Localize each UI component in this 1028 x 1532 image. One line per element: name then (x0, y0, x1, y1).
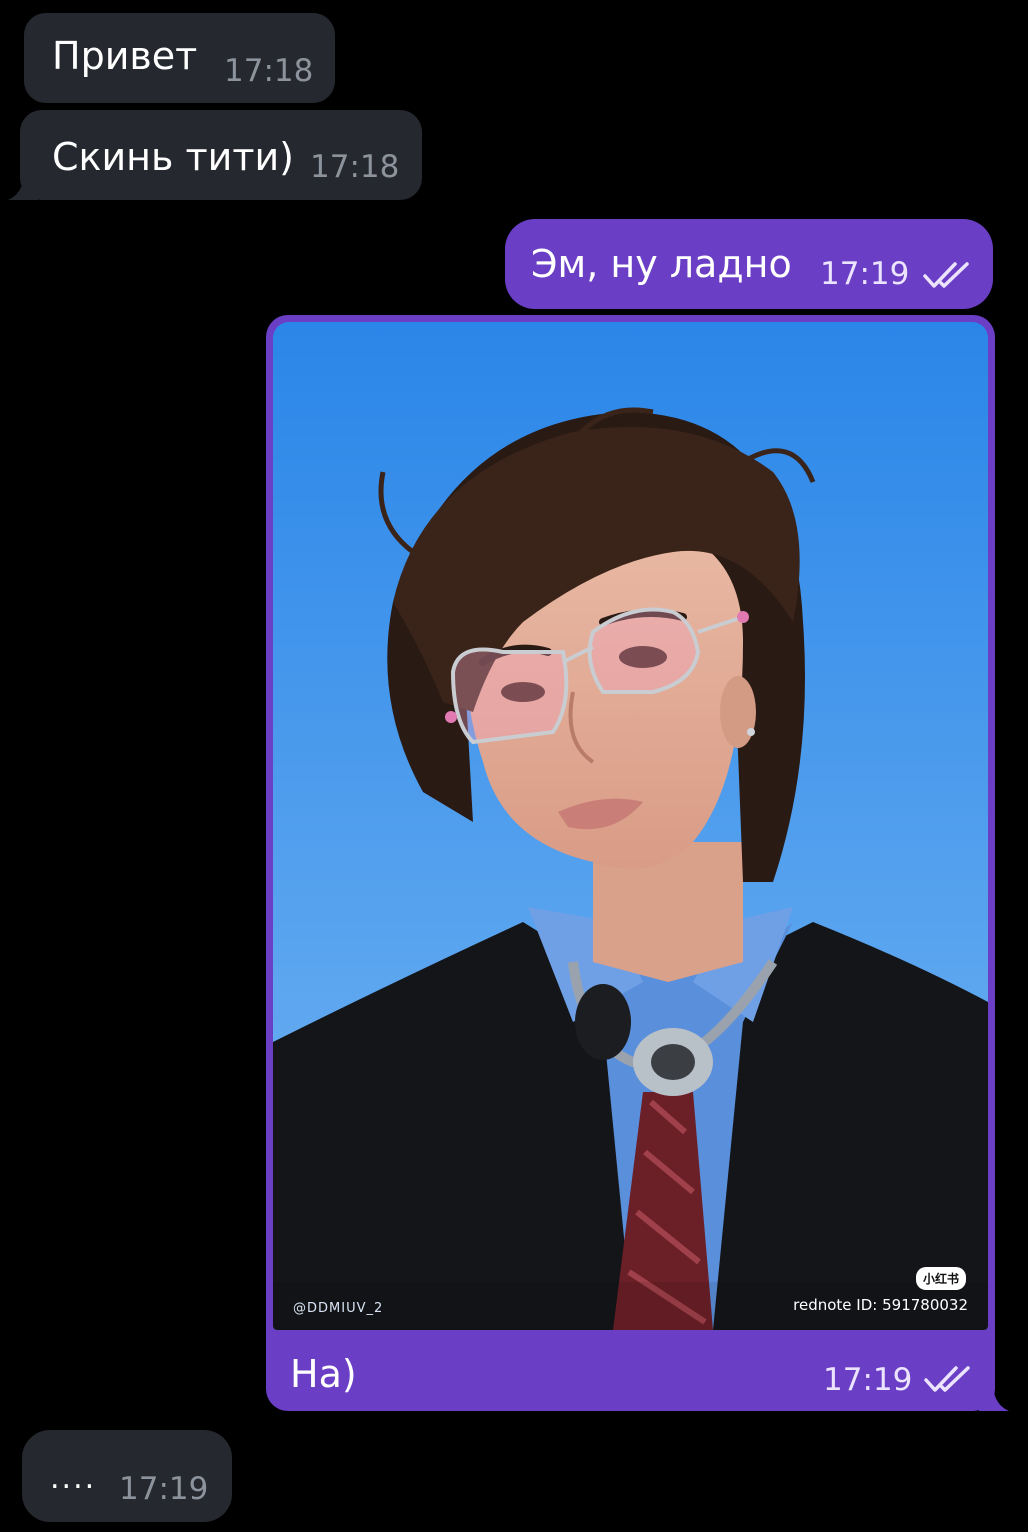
photo-caption: На) (290, 1352, 357, 1396)
message-bubble-outgoing[interactable]: Эм, ну ладно 17:19 (505, 219, 993, 309)
message-bubble-incoming[interactable]: Привет 17:18 (24, 13, 335, 103)
message-text: Скинь тити) (52, 135, 294, 179)
message-text: .... (50, 1461, 97, 1496)
message-text: Эм, ну ладно (531, 242, 792, 286)
photo-message-bubble[interactable]: @DDMIUV_2 小红书 rednote ID: 591780032 На) … (266, 315, 1009, 1411)
bubble-tail (8, 176, 38, 200)
message-bubble-incoming[interactable]: Скинь тити) 17:18 (8, 110, 422, 200)
message-time: 17:19 (820, 256, 910, 292)
photo-watermark-badge: 小红书 (915, 1267, 966, 1290)
message-time: 17:18 (310, 149, 400, 185)
message-bubble-incoming[interactable]: .... 17:19 (22, 1430, 232, 1522)
photo-watermark-handle: @DDMIUV_2 (293, 1301, 384, 1316)
message-time: 17:19 (119, 1471, 209, 1507)
message-text: Привет (52, 34, 198, 78)
message-time: 17:18 (224, 53, 314, 89)
portrait-illustration (273, 322, 988, 1330)
message-time: 17:19 (823, 1362, 913, 1398)
double-check-icon (924, 1366, 970, 1392)
bubble-tail (979, 1387, 1009, 1411)
double-check-icon (923, 262, 969, 288)
message-photo[interactable]: @DDMIUV_2 小红书 rednote ID: 591780032 (273, 322, 988, 1330)
photo-watermark-id: rednote ID: 591780032 (793, 1296, 968, 1314)
